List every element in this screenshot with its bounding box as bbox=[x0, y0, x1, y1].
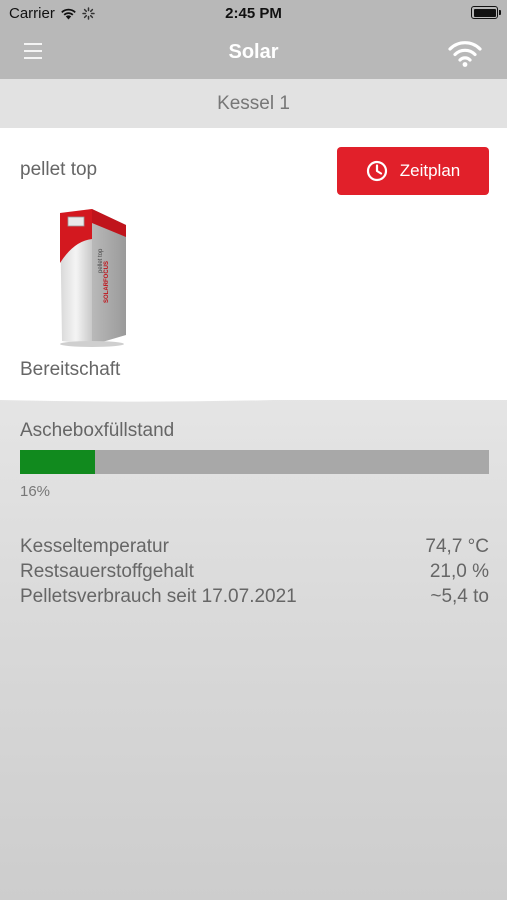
clock-icon bbox=[366, 160, 387, 182]
stat-value: 74,7 °C bbox=[425, 536, 489, 557]
stat-value: 21,0 % bbox=[429, 561, 489, 582]
ash-box-percent: 16% bbox=[20, 483, 51, 500]
boiler-model-name: pellet top bbox=[20, 159, 98, 180]
status-bar: Carrier 2:45 PM bbox=[0, 0, 507, 28]
stat-label: Pelletsverbrauch seit 17.07.2021 bbox=[20, 586, 297, 607]
section-header: Kessel 1 bbox=[0, 79, 507, 128]
status-time: 2:45 PM bbox=[225, 5, 282, 22]
boiler-image: SOLARFOCUS pellet top bbox=[60, 209, 126, 347]
nav-title: Solar bbox=[228, 41, 279, 63]
stat-row-residual-oxygen: Restsauerstoffgehalt 21,0 % bbox=[20, 559, 489, 584]
schedule-button-label: Zeitplan bbox=[399, 161, 461, 180]
svg-text:pellet top: pellet top bbox=[98, 248, 104, 273]
battery-icon bbox=[471, 6, 501, 19]
stat-label: Kesseltemperatur bbox=[20, 536, 169, 557]
stat-row-pellet-consumption: Pelletsverbrauch seit 17.07.2021 ~5,4 to bbox=[20, 584, 489, 609]
ash-box-label: Ascheboxfüllstand bbox=[20, 420, 175, 441]
ash-box-progress-bar bbox=[20, 450, 489, 474]
stat-value: ~5,4 to bbox=[430, 586, 489, 607]
stat-label: Restsauerstoffgehalt bbox=[20, 561, 194, 582]
boiler-stats: Kesseltemperatur 74,7 °C Restsauerstoffg… bbox=[20, 534, 489, 609]
stat-row-boiler-temperature: Kesseltemperatur 74,7 °C bbox=[20, 534, 489, 559]
ash-box-progress-fill bbox=[20, 450, 96, 474]
boiler-status: Bereitschaft bbox=[20, 359, 121, 380]
wifi-icon[interactable] bbox=[447, 38, 483, 68]
svg-text:SOLARFOCUS: SOLARFOCUS bbox=[104, 261, 110, 303]
nav-bar: Solar bbox=[0, 28, 507, 79]
schedule-button[interactable]: Zeitplan bbox=[337, 147, 489, 195]
